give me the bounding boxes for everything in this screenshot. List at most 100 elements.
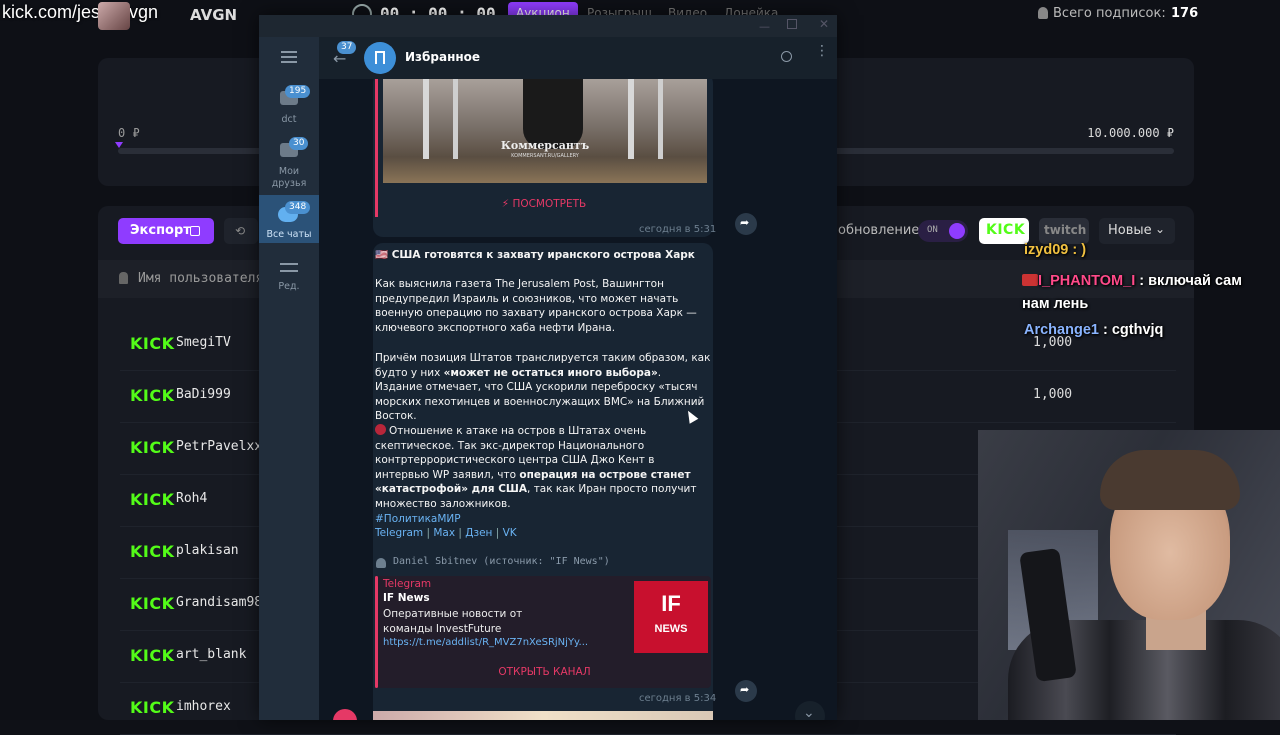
user-icon	[1038, 7, 1048, 19]
username: Grandisam98	[176, 595, 263, 610]
chat-username: Archange1	[1024, 322, 1099, 338]
if-news-logo: IF NEWS	[634, 581, 708, 653]
image-watermark: Коммерсантъ	[500, 139, 590, 152]
message-paragraph: Причём позиция Штатов транслируется таки…	[375, 351, 711, 424]
open-channel-button[interactable]: ОТКРЫТЬ КАНАЛ	[378, 658, 711, 686]
chat-message: Archange1 : cgthvjq	[1024, 322, 1164, 338]
window-titlebar: — ✕	[259, 15, 837, 37]
minimize-icon[interactable]: —	[759, 20, 770, 33]
channel-links: Telegram | Max | Дзен | VK	[375, 527, 517, 539]
message-time: сегодня в 5:31	[639, 224, 717, 235]
kick-filter-label: KICK	[986, 222, 1026, 238]
forward-button[interactable]: ➦	[735, 213, 757, 235]
menu-icon[interactable]	[281, 51, 297, 53]
twitch-filter-label: twitch	[1044, 223, 1087, 237]
progress-min-label: 0 ₽	[118, 126, 140, 140]
webcam-feed	[978, 430, 1280, 720]
saved-messages-avatar	[364, 42, 396, 74]
hashtag-link[interactable]: #ПолитикаМИР	[375, 512, 461, 527]
search-icon[interactable]	[781, 51, 792, 62]
alert-icon	[375, 424, 386, 435]
stream-url-overlay: kick.com/jesusavgn	[2, 2, 159, 22]
preview-description: Оперативные новости от команды InvestFut…	[383, 608, 523, 635]
amount: 1,000	[1033, 387, 1073, 402]
platform-badge: KICK	[130, 698, 175, 717]
user-icon	[376, 558, 386, 568]
autoupdate-toggle[interactable]: ON	[918, 220, 968, 242]
folder-sidebar: 195 dct 30 Мои друзья 348 Все чаты Ред.	[259, 37, 319, 720]
logo-subtext: NEWS	[654, 623, 688, 635]
sort-label: Новые	[1108, 223, 1152, 238]
close-icon[interactable]: ✕	[819, 17, 829, 31]
username: art_blank	[176, 647, 247, 662]
message-list: Коммерсантъ KOMMERSANT.RU/GALLERY ⚡ ПОСМ…	[319, 79, 837, 720]
chevron-down-icon: ⌄	[803, 705, 815, 720]
platform-badge: KICK	[130, 542, 175, 561]
platform-badge: KICK	[130, 438, 175, 457]
sender-avatar	[333, 709, 357, 720]
platform-badge: KICK	[130, 490, 175, 509]
link-vk[interactable]: VK	[503, 527, 517, 539]
folder-badge: 195	[285, 85, 311, 98]
preview-image[interactable]: Коммерсантъ KOMMERSANT.RU/GALLERY	[383, 79, 707, 183]
folder-badge: 30	[289, 137, 309, 150]
chat-header: ← 37 Избранное ⋮	[319, 37, 837, 80]
bookmark-icon	[375, 51, 385, 64]
streamer-label: AVGN	[190, 6, 238, 24]
toggle-label: ON	[927, 225, 938, 235]
platform-badge: KICK	[130, 594, 175, 613]
forward-icon: ➦	[740, 216, 750, 229]
more-options-icon[interactable]: ⋮	[815, 44, 829, 58]
folder-all-chats[interactable]: 348 Все чаты	[259, 195, 319, 243]
export-button[interactable]: Экспорт	[118, 218, 214, 244]
username: imhorex	[176, 699, 231, 714]
preview-url[interactable]: https://t.me/addlist/R_MVZ7nXeSRjNjYy...	[383, 637, 593, 648]
refresh-button[interactable]: ⟲	[224, 218, 258, 244]
message-paragraph: Как выяснила газета The Jerusalem Post, …	[375, 278, 697, 334]
next-message-preview	[373, 711, 713, 720]
folder-edit[interactable]: Ред.	[259, 259, 319, 307]
username-header-icon	[119, 272, 128, 284]
link-dzen[interactable]: Дзен	[465, 527, 492, 539]
person-hair	[1100, 450, 1240, 510]
platform-badge: KICK	[130, 646, 175, 665]
streamer-avatar	[98, 2, 130, 30]
progress-max-label: 10.000.000 ₽	[1087, 126, 1174, 140]
badge-icon	[1022, 274, 1038, 286]
image-watermark-url: KOMMERSANT.RU/GALLERY	[511, 153, 579, 159]
forward-icon: ➦	[740, 683, 750, 696]
preview-site: Telegram	[383, 578, 432, 590]
username: SmegiTV	[176, 335, 231, 350]
chat-message: izyd09 : )	[1024, 242, 1087, 258]
folder-label: dct	[281, 114, 297, 125]
username: PetrPavelxx	[176, 439, 263, 454]
chat-text: cgthvjq	[1111, 322, 1164, 338]
refresh-icon: ⟲	[235, 224, 246, 238]
toggle-knob	[949, 223, 965, 239]
platform-badge: KICK	[130, 386, 175, 405]
scroll-down-button[interactable]: ⌄	[795, 701, 825, 720]
link-max[interactable]: Max	[433, 527, 455, 539]
folder-friends[interactable]: 30 Мои друзья	[259, 131, 319, 193]
export-label: Экспорт	[130, 223, 191, 238]
forward-button[interactable]: ➦	[735, 680, 757, 702]
forward-source: Daniel Sbitnev (источник: "IF News")	[393, 556, 610, 567]
platform-badge: KICK	[130, 334, 175, 353]
message-paragraph: Отношение к атаке на остров в Штатах оче…	[375, 424, 711, 512]
link-telegram[interactable]: Telegram	[375, 527, 423, 539]
view-button[interactable]: ⚡ ПОСМОТРЕТЬ	[376, 191, 712, 217]
folder-label: Все чаты	[266, 229, 312, 240]
folder-dct[interactable]: 195 dct	[259, 79, 319, 131]
subscribers-label: Всего подписок:	[1053, 6, 1166, 21]
progress-marker	[115, 142, 123, 148]
maximize-icon[interactable]	[787, 19, 797, 29]
telegram-window: — ✕ 195 dct 30 Мои друзья 348 Все чаты Р…	[259, 15, 837, 720]
bold-span: «может не остаться иного выбора»	[443, 366, 658, 379]
logo-text: IF	[661, 591, 681, 616]
link-preview[interactable]: Telegram IF News Оперативные новости от …	[375, 576, 711, 688]
folder-label: Мои друзья	[271, 166, 307, 189]
stream-chat: izyd09 : ) I_PHANTOM_I : включай сам нам…	[1018, 240, 1280, 345]
folder-label: Ред.	[278, 281, 300, 292]
export-icon	[190, 226, 200, 236]
chat-username: I_PHANTOM_I	[1038, 273, 1136, 289]
